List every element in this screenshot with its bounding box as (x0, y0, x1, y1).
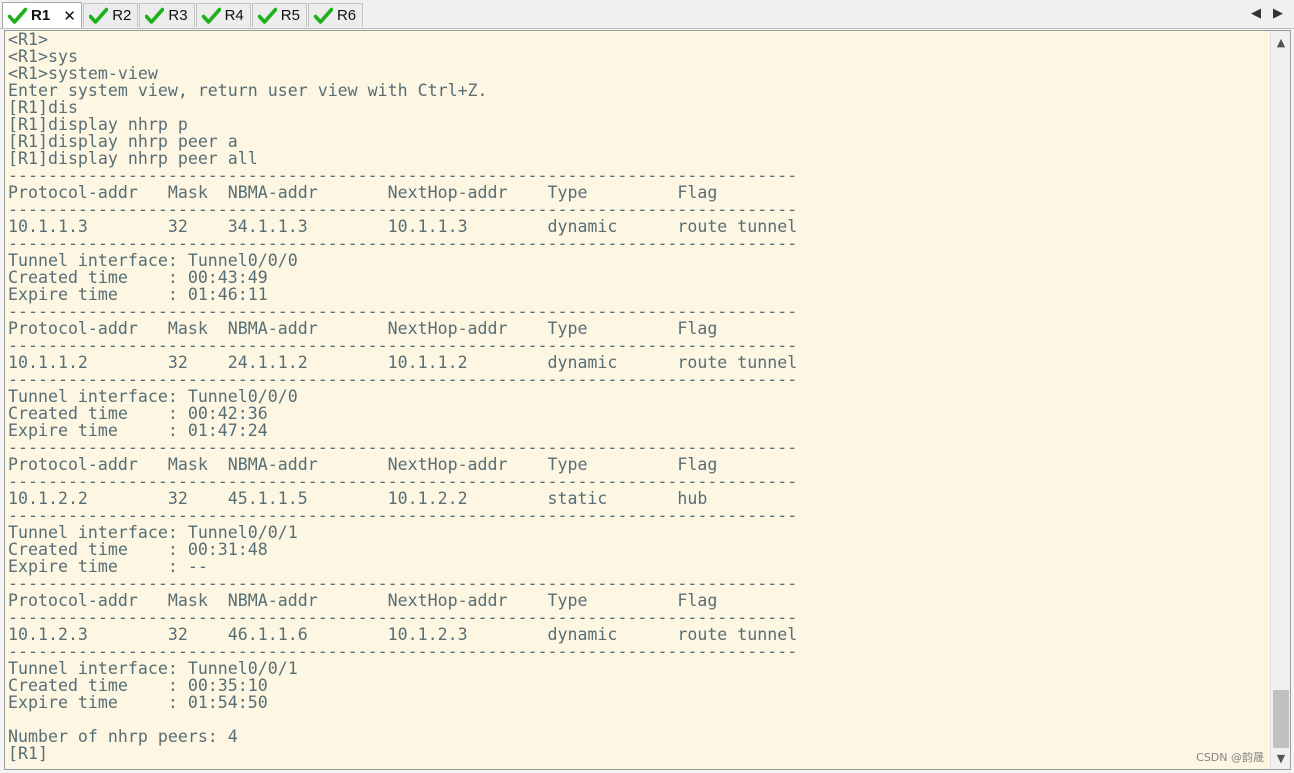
check-icon (257, 7, 278, 25)
terminal-line: ----------------------------------------… (8, 200, 798, 219)
tab-label: R2 (112, 7, 132, 24)
tab-r5[interactable]: R5 (251, 3, 307, 27)
terminal-line: Tunnel interface: Tunnel0/0/1 (8, 523, 298, 542)
terminal-line: 10.1.1.3 32 34.1.1.3 10.1.1.3 dynamic ro… (8, 217, 798, 236)
scroll-down-icon[interactable]: ▼ (1271, 749, 1290, 767)
check-icon (313, 7, 334, 25)
terminal-output[interactable]: <R1> <R1>sys <R1>system-view Enter system v… (8, 31, 1268, 767)
terminal-line: 10.1.1.2 32 24.1.1.2 10.1.1.2 dynamic ro… (8, 353, 798, 372)
check-icon (201, 7, 221, 25)
terminal-line: ----------------------------------------… (8, 608, 798, 627)
terminal-line: [R1]display nhrp peer all (8, 149, 258, 168)
scrollbar-thumb[interactable] (1273, 690, 1289, 748)
terminal-line: 10.1.2.3 32 46.1.1.6 10.1.2.3 dynamic ro… (8, 625, 798, 644)
terminal-line: Created time : 00:31:48 (8, 540, 268, 559)
watermark-text: CSDN @韵晟 (1196, 751, 1264, 764)
tab-r3[interactable]: R3 (139, 3, 195, 27)
terminal-line: Expire time : 01:47:24 (8, 421, 268, 440)
tab-scroll-right-icon[interactable]: ▶ (1270, 4, 1286, 22)
tab-label: R3 (168, 7, 188, 24)
tab-scroll-left-icon[interactable]: ◀ (1248, 4, 1264, 22)
terminal-line: ----------------------------------------… (8, 302, 798, 321)
tab-label: R4 (224, 7, 244, 24)
terminal-console[interactable]: <R1> <R1>sys <R1>system-view Enter system v… (4, 30, 1291, 770)
terminal-line: ----------------------------------------… (8, 370, 798, 389)
tab-close-icon[interactable]: ✕ (63, 7, 76, 25)
terminal-line: ----------------------------------------… (8, 336, 798, 355)
tab-list: R1 ✕ R2 R3 R4 R5 R6 (2, 2, 364, 29)
terminal-line: <R1>system-view (8, 64, 158, 83)
terminal-line: Tunnel interface: Tunnel0/0/0 (8, 251, 298, 270)
terminal-line: Protocol-addr Mask NBMA-addr NextHop-add… (8, 591, 718, 610)
tab-navigation: ◀ ▶ (1248, 4, 1286, 22)
terminal-line: [R1]dis (8, 98, 78, 117)
scroll-up-icon[interactable]: ▲ (1271, 33, 1290, 51)
terminal-line: [R1]display nhrp p (8, 115, 188, 134)
terminal-line: ----------------------------------------… (8, 574, 798, 593)
session-tab-bar: R1 ✕ R2 R3 R4 R5 R6 ◀ ▶ (0, 0, 1294, 29)
check-icon (88, 7, 109, 25)
terminal-line: ----------------------------------------… (8, 438, 798, 457)
terminal-line: Protocol-addr Mask NBMA-addr NextHop-add… (8, 455, 718, 474)
terminal-line: ----------------------------------------… (8, 166, 798, 185)
check-icon (145, 7, 165, 25)
terminal-line: [R1] (8, 744, 48, 763)
terminal-line: Number of nhrp peers: 4 (8, 727, 238, 746)
terminal-line: Created time : 00:35:10 (8, 676, 268, 695)
terminal-line: Expire time : -- (8, 557, 208, 576)
terminal-line: ----------------------------------------… (8, 506, 798, 525)
tab-label: R1 (31, 7, 51, 24)
tab-label: R5 (280, 7, 300, 24)
terminal-line: 10.1.2.2 32 45.1.1.5 10.1.2.2 static hub (8, 489, 708, 508)
tab-r2[interactable]: R2 (83, 3, 139, 27)
terminal-line: Expire time : 01:46:11 (8, 285, 268, 304)
terminal-app-window: R1 ✕ R2 R3 R4 R5 R6 ◀ ▶ <R1> <R1>sys <R1>system-… (0, 0, 1294, 773)
terminal-line: Expire time : 01:54:50 (8, 693, 268, 712)
tab-r1[interactable]: R1 ✕ (2, 2, 83, 28)
check-icon (7, 7, 28, 25)
terminal-line: Tunnel interface: Tunnel0/0/1 (8, 659, 298, 678)
terminal-line: Protocol-addr Mask NBMA-addr NextHop-add… (8, 183, 718, 202)
terminal-line: Tunnel interface: Tunnel0/0/0 (8, 387, 298, 406)
terminal-line: <R1>sys (8, 47, 78, 66)
terminal-line: Protocol-addr Mask NBMA-addr NextHop-add… (8, 319, 718, 338)
tab-r4[interactable]: R4 (195, 3, 251, 27)
terminal-line: [R1]display nhrp peer a (8, 132, 238, 151)
terminal-line: Created time : 00:43:49 (8, 268, 268, 287)
terminal-line: ----------------------------------------… (8, 472, 798, 491)
terminal-line: ----------------------------------------… (8, 642, 798, 661)
vertical-scrollbar[interactable]: ▲ ▼ (1270, 31, 1290, 769)
terminal-line: ----------------------------------------… (8, 234, 798, 253)
tab-label: R6 (336, 7, 357, 24)
terminal-line: Enter system view, return user view with… (8, 81, 488, 100)
terminal-line: <R1> (8, 31, 48, 49)
terminal-line: Created time : 00:42:36 (8, 404, 268, 423)
tab-r6[interactable]: R6 (307, 3, 364, 27)
